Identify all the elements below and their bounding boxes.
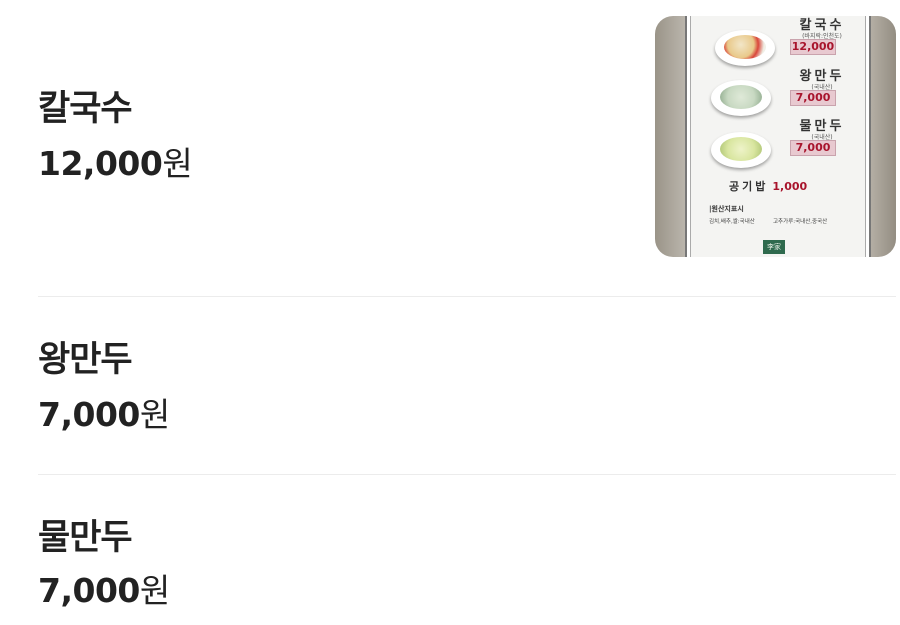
menu-item-name: 물만두 (38, 518, 133, 558)
menu-item-name: 칼국수 (38, 89, 133, 129)
kalguksu-dish-image (715, 30, 775, 66)
price-amount: 7,000 (38, 571, 140, 610)
menu-list: 칼국수 12,000원 칼국수 (바지락:인천도) 12,000 왕만두 (국내… (38, 0, 896, 625)
menu-item-price: 7,000원 (38, 571, 170, 611)
board-item-price: 7,000 (790, 90, 836, 106)
price-currency: 원 (139, 395, 170, 434)
menu-item-name: 왕만두 (38, 340, 133, 380)
menu-board: 칼국수 (바지락:인천도) 12,000 왕만두 (국내산) 7,000 물만두… (685, 16, 871, 257)
mulmandu-dish-image (711, 132, 771, 168)
menu-item[interactable]: 칼국수 12,000원 칼국수 (바지락:인천도) 12,000 왕만두 (국내… (38, 0, 896, 297)
price-amount: 7,000 (38, 395, 140, 434)
wangmandu-dish-image (711, 80, 771, 116)
board-rice-name: 공기밥 (729, 180, 769, 193)
board-origin-line: 김치,배추,쌀:국내산 (709, 219, 755, 225)
board-item-price: 12,000 (790, 39, 836, 55)
board-origin-title: |원산지표시 (709, 205, 744, 213)
menu-item[interactable]: 왕만두 7,000원 (38, 297, 896, 475)
restaurant-logo: 李家 (763, 240, 785, 254)
menu-photo-thumbnail[interactable]: 칼국수 (바지락:인천도) 12,000 왕만두 (국내산) 7,000 물만두… (655, 16, 896, 257)
menu-item-price: 12,000원 (38, 144, 193, 184)
menu-item-price: 7,000원 (38, 395, 170, 435)
menu-item[interactable]: 물만두 7,000원 (38, 475, 896, 625)
board-item-price: 7,000 (790, 140, 836, 156)
price-currency: 원 (139, 571, 170, 610)
board-rice-row: 공기밥 1,000 (729, 178, 807, 194)
price-currency: 원 (162, 144, 193, 183)
board-origin-line: 고추가루:국내산,중국산 (773, 219, 828, 225)
price-amount: 12,000 (38, 144, 163, 183)
board-rice-price: 1,000 (772, 180, 808, 193)
